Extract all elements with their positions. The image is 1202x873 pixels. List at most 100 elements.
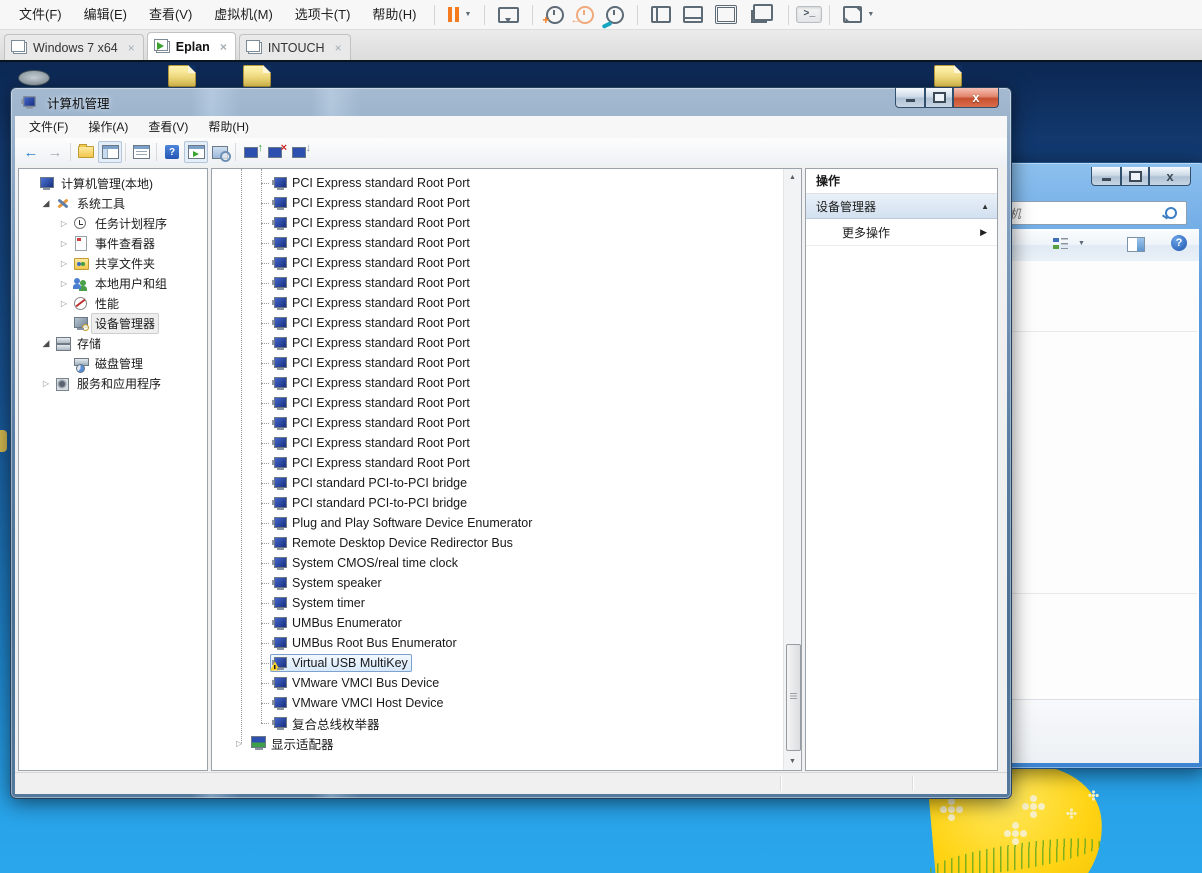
console-tree-pane[interactable]: 计算机管理(本地) ◢ 系统工具 ▷ 任务计划程序 xyxy=(18,168,208,771)
device-tree-item[interactable]: PCI Express standard Root Port xyxy=(212,213,801,233)
more-actions-item[interactable]: 更多操作 ▶ xyxy=(806,219,997,246)
properties-button[interactable] xyxy=(129,141,153,163)
console-tree-item[interactable]: ▷ 服务和应用程序 xyxy=(19,373,207,393)
tree-expander-icon[interactable]: ▷ xyxy=(37,379,55,388)
minimize-button[interactable] xyxy=(1091,167,1121,186)
actions-pane[interactable]: 操作 设备管理器 ▲ 更多操作 ▶ xyxy=(805,168,998,771)
menu-file[interactable]: 文件(F) xyxy=(19,116,78,138)
console-tree-item[interactable]: ▷ 性能 xyxy=(19,293,207,313)
device-tree-item[interactable]: System CMOS/real time clock xyxy=(212,553,801,573)
uninstall-device-button[interactable]: × xyxy=(263,141,287,163)
forward-button[interactable]: → xyxy=(43,141,67,163)
menu-view[interactable]: 查看(V) xyxy=(138,116,198,138)
tree-expander-icon[interactable]: ▷ xyxy=(55,279,73,288)
send-ctrl-alt-del-button[interactable] xyxy=(492,2,525,28)
tree-expander-icon[interactable]: ▷ xyxy=(55,239,73,248)
console-tree-item[interactable]: ◢ 系统工具 xyxy=(19,193,207,213)
up-one-level-button[interactable] xyxy=(74,141,98,163)
manage-snapshots-button[interactable] xyxy=(600,2,630,28)
views-button[interactable]: ▼ xyxy=(1053,237,1085,250)
update-driver-button[interactable]: ↑ xyxy=(239,141,263,163)
close-icon[interactable]: × xyxy=(335,42,342,54)
tree-expander-icon[interactable]: ◢ xyxy=(37,198,55,209)
device-tree-item[interactable]: PCI Express standard Root Port xyxy=(212,433,801,453)
close-button[interactable]: x xyxy=(1149,167,1191,186)
scroll-down-button[interactable]: ▼ xyxy=(784,753,801,770)
console-tree-item[interactable]: ▷ 任务计划程序 xyxy=(19,213,207,233)
explorer-search-box[interactable]: 机 xyxy=(1005,201,1187,225)
device-tree-item[interactable]: PCI Express standard Root Port xyxy=(212,273,801,293)
device-tree-item[interactable]: PCI Express standard Root Port xyxy=(212,373,801,393)
close-icon[interactable]: × xyxy=(128,42,135,54)
pause-vm-button[interactable]: ▼ xyxy=(442,2,477,28)
device-category-display-adapters[interactable]: ▷ 显示适配器 xyxy=(212,733,784,753)
console-tree-item[interactable]: ▷ 本地用户和组 xyxy=(19,273,207,293)
console-tree-item[interactable]: 设备管理器 xyxy=(19,313,207,333)
device-tree-item[interactable]: PCI Express standard Root Port xyxy=(212,253,801,273)
device-tree-item[interactable]: Remote Desktop Device Redirector Bus xyxy=(212,533,801,553)
virtual-console-button[interactable]: >_ xyxy=(796,6,822,23)
disable-device-button[interactable]: ↓ xyxy=(287,141,311,163)
vertical-scrollbar[interactable]: ▲ ▼ xyxy=(783,169,801,770)
menu-action[interactable]: 操作(A) xyxy=(78,116,138,138)
close-button[interactable]: x xyxy=(953,88,999,108)
help-button[interactable]: ? xyxy=(160,141,184,163)
collapse-section-icon[interactable]: ▲ xyxy=(981,202,989,211)
device-tree-item[interactable]: UMBus Root Bus Enumerator xyxy=(212,633,801,653)
menu-tabs[interactable]: 选项卡(T) xyxy=(284,0,362,30)
menu-edit[interactable]: 编辑(E) xyxy=(73,0,138,30)
menu-help[interactable]: 帮助(H) xyxy=(361,0,427,30)
device-list-pane[interactable]: PCI Express standard Root Port PCI Expre… xyxy=(211,168,802,771)
maximize-button[interactable] xyxy=(925,88,953,108)
device-tree-item[interactable]: PCI Express standard Root Port xyxy=(212,173,801,193)
tab-eplan[interactable]: Eplan × xyxy=(147,32,236,60)
tree-expander-icon[interactable]: ◢ xyxy=(37,338,55,349)
tab-windows7[interactable]: Windows 7 x64 × xyxy=(4,34,144,60)
device-tree-item[interactable]: PCI standard PCI-to-PCI bridge xyxy=(212,473,801,493)
device-tree-item[interactable]: VMware VMCI Host Device xyxy=(212,693,801,713)
device-tree-item[interactable]: UMBus Enumerator xyxy=(212,613,801,633)
show-action-pane-button[interactable] xyxy=(184,141,208,163)
device-tree-item[interactable]: System speaker xyxy=(212,573,801,593)
scrollbar-thumb[interactable] xyxy=(786,644,801,751)
maximize-button[interactable] xyxy=(1121,167,1149,186)
menu-file[interactable]: 文件(F) xyxy=(8,0,73,30)
scroll-up-button[interactable]: ▲ xyxy=(784,169,801,186)
close-icon[interactable]: × xyxy=(220,41,227,53)
show-library-button[interactable] xyxy=(645,2,677,28)
device-tree-item[interactable]: PCI standard PCI-to-PCI bridge xyxy=(212,493,801,513)
device-tree-item[interactable]: PCI Express standard Root Port xyxy=(212,233,801,253)
unity-mode-button[interactable] xyxy=(709,2,743,28)
device-tree-item[interactable]: Plug and Play Software Device Enumerator xyxy=(212,513,801,533)
device-tree-item[interactable]: PCI Express standard Root Port xyxy=(212,413,801,433)
menu-view[interactable]: 查看(V) xyxy=(138,0,203,30)
menu-vm[interactable]: 虚拟机(M) xyxy=(203,0,284,30)
device-tree-item[interactable]: PCI Express standard Root Port xyxy=(212,193,801,213)
fullscreen-button[interactable]: ▼ xyxy=(837,2,880,28)
menu-help[interactable]: 帮助(H) xyxy=(198,116,259,138)
take-snapshot-button[interactable]: + xyxy=(540,2,570,28)
tab-intouch[interactable]: INTOUCH × xyxy=(239,34,351,60)
computer-management-window[interactable]: 计算机管理 x 文件(F) 操作(A) 查看(V) 帮助(H) ← → xyxy=(10,87,1012,799)
show-console-tree-button[interactable] xyxy=(98,141,122,163)
console-tree-item[interactable]: ◢ 存储 xyxy=(19,333,207,353)
console-tree-item[interactable]: ▷ 事件查看器 xyxy=(19,233,207,253)
tree-expander-icon[interactable]: ▷ xyxy=(55,259,73,268)
vm-display[interactable]: x 机 ▼ ? 计算机管理 xyxy=(0,60,1202,873)
scan-hardware-changes-button[interactable] xyxy=(208,141,232,163)
minimize-button[interactable] xyxy=(895,88,925,108)
console-tree-item[interactable]: ▷ 共享文件夹 xyxy=(19,253,207,273)
device-tree-item[interactable]: PCI Express standard Root Port xyxy=(212,453,801,473)
actions-section-device-manager[interactable]: 设备管理器 ▲ xyxy=(806,194,997,219)
help-button[interactable]: ? xyxy=(1171,235,1187,251)
device-tree-item[interactable]: PCI Express standard Root Port xyxy=(212,333,801,353)
tree-expander-icon[interactable]: ▷ xyxy=(55,299,73,308)
revert-snapshot-button[interactable]: ← xyxy=(570,2,600,28)
device-tree-item[interactable]: System timer xyxy=(212,593,801,613)
device-tree-item[interactable]: VMware VMCI Bus Device xyxy=(212,673,801,693)
device-tree-item[interactable]: PCI Express standard Root Port xyxy=(212,353,801,373)
tree-expander-icon[interactable]: ▷ xyxy=(236,739,250,748)
preview-pane-button[interactable] xyxy=(1127,237,1145,252)
device-tree-item[interactable]: Virtual USB MultiKey xyxy=(212,653,801,673)
device-tree-item[interactable]: 复合总线枚举器 xyxy=(212,713,801,733)
